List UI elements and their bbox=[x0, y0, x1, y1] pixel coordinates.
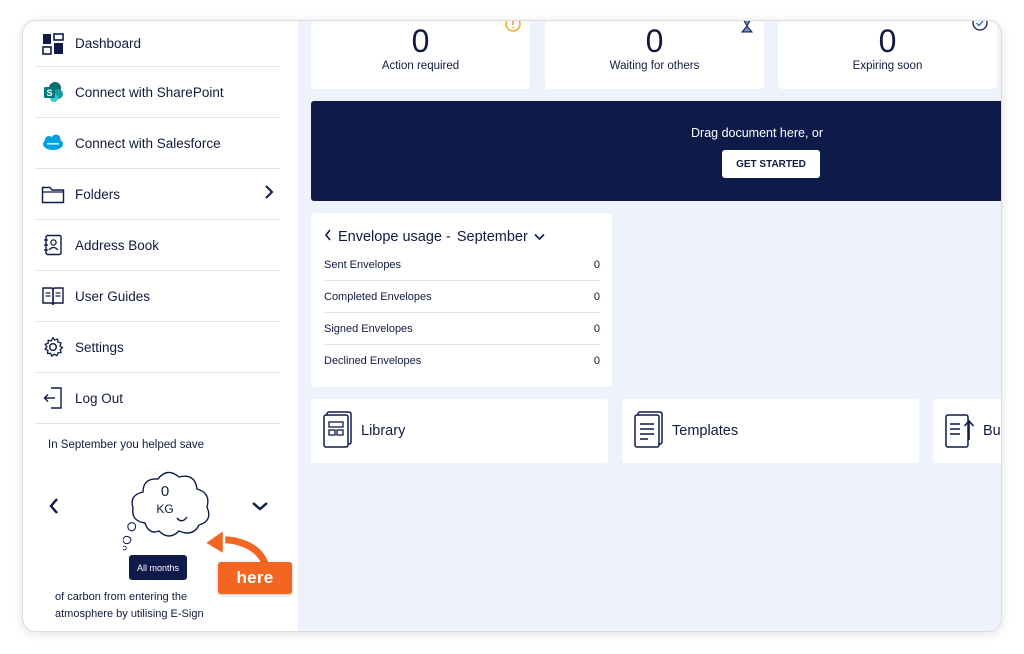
envelope-usage-header: Envelope usage - September bbox=[324, 229, 545, 245]
stat-card-waiting-for-others[interactable]: 0 Waiting for others bbox=[545, 21, 764, 89]
usage-row-signed: Signed Envelopes 0 bbox=[324, 315, 600, 345]
bulk-send-icon bbox=[945, 410, 975, 452]
sidebar-item-label: Folders bbox=[75, 186, 121, 202]
envelope-usage-card: Envelope usage - September Sent Envelope… bbox=[311, 213, 612, 387]
tile-templates[interactable]: Templates bbox=[622, 399, 919, 463]
dashboard-icon bbox=[41, 32, 65, 56]
usage-row-value: 0 bbox=[593, 323, 600, 335]
sidebar-item-label: Dashboard bbox=[75, 36, 142, 51]
tile-bulk-send[interactable]: Bu bbox=[933, 399, 1001, 463]
gear-icon bbox=[41, 335, 65, 359]
carbon-value: 0 bbox=[160, 483, 170, 500]
stat-value: 0 bbox=[878, 23, 897, 59]
usage-row-completed: Completed Envelopes 0 bbox=[324, 283, 600, 313]
sidebar-item-label: Connect with SharePoint bbox=[75, 84, 224, 100]
stat-label: Action required bbox=[381, 60, 460, 72]
usage-row-label: Declined Envelopes bbox=[324, 355, 422, 367]
sharepoint-icon: S bbox=[41, 80, 65, 104]
usage-row-declined: Declined Envelopes 0 bbox=[324, 347, 600, 377]
carbon-unit: KG bbox=[156, 502, 174, 516]
app-window: Dashboard S Connect with SharePoint Conn… bbox=[22, 20, 1002, 632]
get-started-button[interactable]: GET STARTED bbox=[722, 150, 820, 178]
templates-icon bbox=[634, 410, 664, 452]
warning-icon bbox=[504, 21, 522, 40]
salesforce-icon bbox=[41, 131, 65, 155]
sidebar-item-user-guides[interactable]: User Guides bbox=[35, 271, 280, 322]
chevron-down-icon[interactable] bbox=[534, 229, 545, 245]
sidebar-item-label: User Guides bbox=[75, 288, 151, 304]
sidebar-item-dashboard[interactable]: Dashboard bbox=[35, 21, 280, 67]
stat-card-action-required[interactable]: 0 Action required bbox=[311, 21, 530, 89]
chevron-left-icon[interactable] bbox=[324, 229, 332, 245]
all-months-button[interactable]: All months bbox=[129, 555, 187, 580]
book-icon bbox=[41, 284, 65, 308]
sidebar-item-label: Settings bbox=[75, 339, 124, 355]
tile-label: Library bbox=[361, 423, 406, 439]
sidebar-item-settings[interactable]: Settings bbox=[35, 322, 280, 373]
address-book-icon bbox=[41, 233, 65, 257]
stat-label: Expiring soon bbox=[852, 60, 923, 72]
stat-value: 0 bbox=[645, 23, 664, 59]
usage-row-label: Completed Envelopes bbox=[324, 291, 432, 303]
tile-library[interactable]: Library bbox=[311, 399, 608, 463]
usage-row-label: Signed Envelopes bbox=[324, 323, 413, 335]
sidebar-item-label: Connect with Salesforce bbox=[75, 135, 221, 151]
folder-icon bbox=[41, 182, 65, 206]
annotation-here-label: here bbox=[218, 562, 292, 594]
usage-row-value: 0 bbox=[593, 291, 600, 303]
usage-row-value: 0 bbox=[593, 259, 600, 271]
sidebar-item-log-out[interactable]: Log Out bbox=[35, 373, 280, 424]
clock-icon bbox=[971, 21, 989, 40]
sidebar-item-salesforce[interactable]: Connect with Salesforce bbox=[35, 118, 280, 169]
carbon-footer-text: of carbon from entering the atmosphere b… bbox=[55, 591, 204, 620]
usage-row-label: Sent Envelopes bbox=[324, 259, 402, 271]
logout-icon bbox=[41, 386, 65, 410]
envelope-usage-title: Envelope usage - bbox=[338, 229, 451, 245]
stat-card-expiring-soon[interactable]: 0 Expiring soon bbox=[778, 21, 997, 89]
document-dropzone[interactable]: Drag document here, or GET STARTED bbox=[311, 101, 1001, 201]
chevron-left-icon[interactable] bbox=[48, 497, 60, 520]
chevron-right-icon bbox=[264, 184, 274, 203]
svg-text:S: S bbox=[46, 88, 52, 98]
sidebar-item-folders[interactable]: Folders bbox=[35, 169, 280, 220]
stat-label: Waiting for others bbox=[609, 60, 700, 72]
tile-label: Bu bbox=[983, 423, 1001, 439]
tile-label: Templates bbox=[672, 423, 739, 439]
stat-value: 0 bbox=[411, 23, 430, 59]
sidebar-item-label: Address Book bbox=[75, 237, 160, 253]
sidebar-item-label: Log Out bbox=[75, 390, 124, 406]
carbon-intro-text: In September you helped save bbox=[48, 439, 204, 451]
month-selector[interactable]: September bbox=[457, 229, 528, 245]
sidebar-item-address-book[interactable]: Address Book bbox=[35, 220, 280, 271]
sidebar-item-sharepoint[interactable]: S Connect with SharePoint bbox=[35, 67, 280, 118]
dropzone-text: Drag document here, or bbox=[691, 126, 824, 140]
hourglass-icon bbox=[740, 21, 754, 38]
usage-row-sent: Sent Envelopes 0 bbox=[324, 251, 600, 281]
library-icon bbox=[323, 410, 353, 452]
usage-row-value: 0 bbox=[593, 355, 600, 367]
